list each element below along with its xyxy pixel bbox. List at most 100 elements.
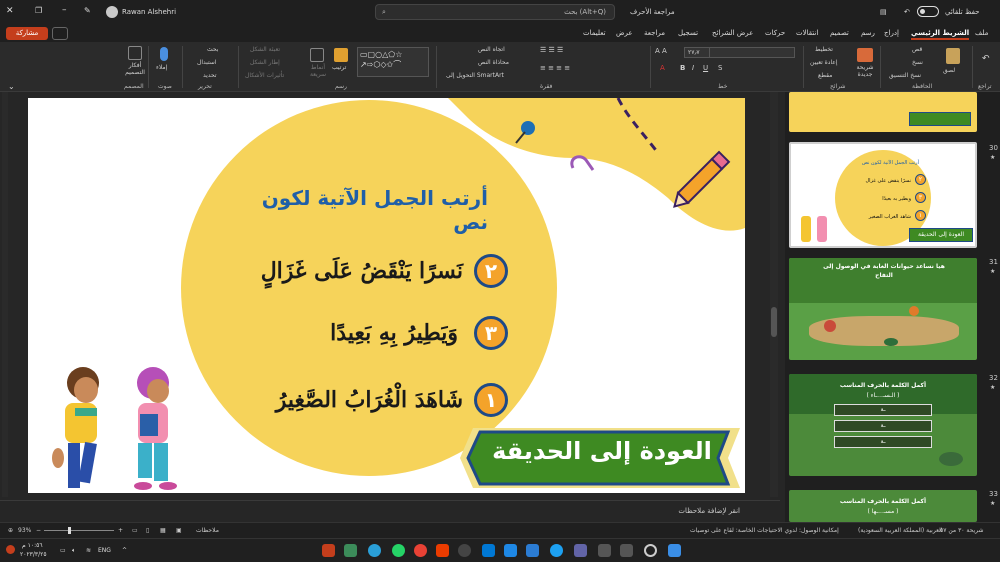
banner-text[interactable]: العودة إلى الحديقة xyxy=(486,437,718,465)
slide-title[interactable]: أرتب الجمل الآتية لكون نص xyxy=(258,186,488,234)
scrollbar-thumb[interactable] xyxy=(771,307,777,337)
tab-insert[interactable]: إدراج xyxy=(884,29,899,37)
tab-review[interactable]: مراجعة xyxy=(644,29,665,37)
tab-animations[interactable]: حركات xyxy=(765,29,785,37)
tab-help[interactable]: تعليمات xyxy=(583,29,606,37)
telegram-icon[interactable] xyxy=(368,544,381,557)
task-view-icon[interactable] xyxy=(598,544,611,557)
left-scrollbar[interactable] xyxy=(2,92,8,497)
comments-button[interactable] xyxy=(52,27,68,40)
font-size-input[interactable]: ٢٧٫٧ xyxy=(684,47,710,58)
sentence-1[interactable]: نَسرًا يَنْقَضُ عَلَى غَزَالٍ xyxy=(258,258,463,284)
order-number-3[interactable]: ١ xyxy=(474,383,508,417)
reading-view-icon[interactable]: ▯ xyxy=(146,527,149,534)
tab-view[interactable]: عرض xyxy=(616,29,633,37)
fonts-review-button[interactable]: مراجعة الأحرف xyxy=(630,8,675,16)
arrange-icon[interactable] xyxy=(334,48,348,62)
zoom-slider[interactable] xyxy=(44,527,114,534)
notes-toggle[interactable]: ملاحظات xyxy=(196,527,219,534)
bold-icon[interactable]: B xyxy=(680,64,685,72)
section-button[interactable]: مقطع xyxy=(818,72,832,79)
store-icon[interactable] xyxy=(504,544,517,557)
accessibility-status[interactable]: إمكانية الوصول: لدوي الاحتياجات الخاصة: … xyxy=(690,527,839,534)
undo-icon[interactable]: ↶ xyxy=(904,8,910,16)
teams-icon[interactable] xyxy=(574,544,587,557)
tab-file[interactable]: ملف xyxy=(975,29,988,37)
reset-button[interactable]: إعادة تعيين xyxy=(810,59,838,66)
sentence-2[interactable]: وَيَطِيرُ بِهِ بَعِيدًا xyxy=(288,320,458,346)
chrome-profile-icon[interactable] xyxy=(344,544,357,557)
thumbnail-32[interactable]: أكمل الكلمة بالحرف المناسب ( الـسـ...ـاء… xyxy=(789,374,977,476)
tab-transitions[interactable]: انتقالات xyxy=(796,29,818,37)
cut-button[interactable]: قص xyxy=(912,46,922,53)
layout-icon[interactable]: ▤ xyxy=(880,8,887,16)
sentence-3[interactable]: شَاهَدَ الْغُرَابُ الصَّغِيرُ xyxy=(248,387,463,413)
text-direction-button[interactable]: اتجاه النص xyxy=(478,46,505,53)
paste-button[interactable]: لصق xyxy=(943,67,955,74)
widgets-icon[interactable] xyxy=(620,544,633,557)
smartart-button[interactable]: التحويل إلى SmartArt xyxy=(446,72,504,79)
format-painter-button[interactable]: نسخ التنسيق xyxy=(889,72,921,79)
font-color-icon[interactable]: A xyxy=(660,64,665,72)
mail-icon[interactable] xyxy=(482,544,495,557)
language-indicator[interactable]: ENG xyxy=(98,547,111,554)
tab-record[interactable]: تسجيل xyxy=(678,29,698,37)
select-button[interactable]: تحديد xyxy=(203,72,217,79)
new-slide-icon[interactable] xyxy=(857,48,873,62)
minimize-window-icon[interactable]: – xyxy=(62,5,67,15)
align-text-button[interactable]: محاذاة النص xyxy=(478,59,509,66)
font-name-select[interactable] xyxy=(700,47,795,58)
shape-fill-button[interactable]: تعبئة الشكل xyxy=(250,46,280,53)
microphone-icon[interactable] xyxy=(160,47,168,61)
edge-icon[interactable] xyxy=(550,544,563,557)
shape-outline-button[interactable]: إطار الشكل xyxy=(250,59,280,66)
thumbnail-33[interactable]: أكمل الكلمة بالحرف المناسب ( مسـ...ـها ) xyxy=(789,490,977,522)
explorer-icon[interactable] xyxy=(526,544,539,557)
thumbnail-29[interactable] xyxy=(789,92,977,132)
sorter-view-icon[interactable]: ▦ xyxy=(160,527,166,534)
avatar[interactable] xyxy=(106,6,118,18)
tab-design[interactable]: تصميم xyxy=(830,29,849,37)
search-input[interactable]: ⌕ بحث (Alt+Q) xyxy=(375,4,615,20)
font-grow-icon[interactable]: A A xyxy=(655,47,667,55)
strikethrough-icon[interactable]: S xyxy=(718,64,722,72)
restore-window-icon[interactable]: ❐ xyxy=(35,6,42,15)
shapes-gallery[interactable]: ▭▢○△⬠☆ ↗⇨⬡◇✩⌒ xyxy=(357,47,429,77)
zoom-level[interactable]: 93% xyxy=(18,527,31,534)
pen-icon[interactable]: ✎ xyxy=(84,6,91,15)
italic-icon[interactable]: I xyxy=(692,64,694,72)
clock-time[interactable]: ١٠:٥٦ م xyxy=(22,542,43,549)
share-button[interactable]: مشاركة xyxy=(6,27,48,40)
zoom-out-icon[interactable]: − xyxy=(36,527,41,534)
order-number-1[interactable]: ٢ xyxy=(474,254,508,288)
wifi-icon[interactable]: ≋ xyxy=(86,547,91,554)
order-number-2[interactable]: ٣ xyxy=(474,316,508,350)
dictate-button[interactable]: إملاء xyxy=(156,64,167,71)
align-icon[interactable]: ≡ ≡ ≡ ≡ xyxy=(540,64,570,72)
tab-draw[interactable]: رسم xyxy=(861,29,875,37)
copy-button[interactable]: نسخ xyxy=(912,59,923,66)
find-button[interactable]: بحث xyxy=(207,46,218,53)
editor-scrollbar[interactable] xyxy=(770,92,778,497)
notification-icon[interactable] xyxy=(6,545,15,554)
tab-home[interactable]: الشريط الرئيسي xyxy=(911,29,970,40)
tab-slideshow[interactable]: عرض الشرائح xyxy=(712,29,753,37)
whatsapp-icon[interactable] xyxy=(392,544,405,557)
close-window-icon[interactable]: ✕ xyxy=(6,6,14,16)
clock-date[interactable]: ٢٠٢٣/٣/٢٥ xyxy=(20,551,47,558)
battery-icon[interactable]: ▭ xyxy=(60,547,66,554)
replace-button[interactable]: استبدال xyxy=(197,59,217,66)
normal-view-icon[interactable]: ▣ xyxy=(176,527,182,534)
dell-icon[interactable] xyxy=(458,544,471,557)
bullets-icon[interactable]: ☰ ☰ ☰ xyxy=(540,46,563,54)
layout-button[interactable]: تخطيط xyxy=(815,46,833,53)
autosave-toggle[interactable] xyxy=(917,6,939,17)
volume-icon[interactable]: 🔈︎ xyxy=(72,547,76,555)
fit-slide-icon[interactable]: ⊕ xyxy=(8,527,13,534)
new-slide-button[interactable]: شريحة جديدة xyxy=(851,64,879,78)
notes-pane[interactable]: انقر لإضافة ملاحظات xyxy=(0,500,780,522)
ribbon-collapse-icon[interactable]: ⌄ xyxy=(8,82,15,91)
undo-icon[interactable]: ↶ xyxy=(982,54,990,64)
office-icon[interactable] xyxy=(436,544,449,557)
start-icon[interactable] xyxy=(668,544,681,557)
